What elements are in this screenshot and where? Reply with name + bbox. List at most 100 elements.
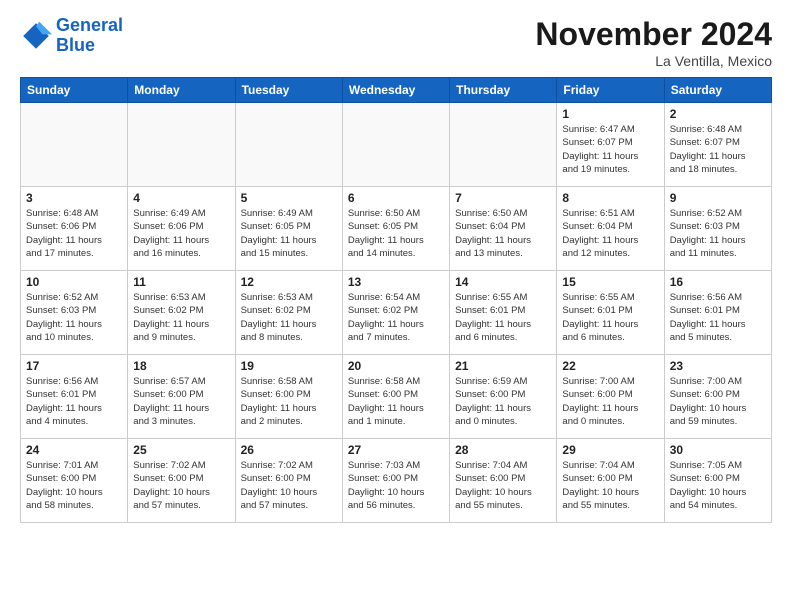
calendar-body: 1 Sunrise: 6:47 AM Sunset: 6:07 PM Daylig… [21,103,772,523]
day-cell-1: 1 Sunrise: 6:47 AM Sunset: 6:07 PM Daylig… [557,103,664,187]
day-number: 5 [241,191,337,205]
day-cell-6: 6 Sunrise: 6:50 AM Sunset: 6:05 PM Daylig… [342,187,449,271]
empty-cell [450,103,557,187]
day-cell-23: 23 Sunrise: 7:00 AM Sunset: 6:00 PM Dayli… [664,355,771,439]
day-number: 11 [133,275,229,289]
day-cell-26: 26 Sunrise: 7:02 AM Sunset: 6:00 PM Dayli… [235,439,342,523]
day-cell-14: 14Sunrise: 6:55 AM Sunset: 6:01 PM Dayli… [450,271,557,355]
weekday-header-friday: Friday [557,78,664,103]
day-number: 12 [241,275,337,289]
week-row-2: 3 Sunrise: 6:48 AM Sunset: 6:06 PM Daylig… [21,187,772,271]
day-number: 21 [455,359,551,373]
title-block: November 2024 La Ventilla, Mexico [535,16,772,69]
day-info: Sunrise: 6:51 AM Sunset: 6:04 PM Dayligh… [562,207,658,260]
day-cell-20: 20Sunrise: 6:58 AM Sunset: 6:00 PM Dayli… [342,355,449,439]
empty-cell [21,103,128,187]
day-cell-16: 16 Sunrise: 6:56 AM Sunset: 6:01 PM Dayli… [664,271,771,355]
day-number: 2 [670,107,766,121]
logo-text: General Blue [56,16,123,56]
day-info: Sunrise: 6:49 AM Sunset: 6:05 PM Dayligh… [241,207,337,260]
day-number: 15 [562,275,658,289]
day-info: Sunrise: 6:57 AM Sunset: 6:00 PM Dayligh… [133,375,229,428]
day-info: Sunrise: 6:58 AM Sunset: 6:00 PM Dayligh… [241,375,337,428]
day-number: 7 [455,191,551,205]
day-number: 23 [670,359,766,373]
day-cell-29: 29Sunrise: 7:04 AM Sunset: 6:00 PM Dayli… [557,439,664,523]
day-info: Sunrise: 7:05 AM Sunset: 6:00 PM Dayligh… [670,459,766,512]
day-number: 22 [562,359,658,373]
day-number: 26 [241,443,337,457]
calendar: SundayMondayTuesdayWednesdayThursdayFrid… [20,77,772,523]
day-info: Sunrise: 7:04 AM Sunset: 6:00 PM Dayligh… [455,459,551,512]
day-info: Sunrise: 6:50 AM Sunset: 6:05 PM Dayligh… [348,207,444,260]
day-number: 8 [562,191,658,205]
day-info: Sunrise: 6:47 AM Sunset: 6:07 PM Dayligh… [562,123,658,176]
day-number: 28 [455,443,551,457]
page: General Blue November 2024 La Ventilla, … [0,0,792,533]
day-info: Sunrise: 6:48 AM Sunset: 6:07 PM Dayligh… [670,123,766,176]
day-info: Sunrise: 7:03 AM Sunset: 6:00 PM Dayligh… [348,459,444,512]
logo-line2: Blue [56,35,95,55]
logo-line1: General [56,15,123,35]
calendar-header: SundayMondayTuesdayWednesdayThursdayFrid… [21,78,772,103]
day-cell-30: 30 Sunrise: 7:05 AM Sunset: 6:00 PM Dayli… [664,439,771,523]
day-number: 25 [133,443,229,457]
day-info: Sunrise: 6:55 AM Sunset: 6:01 PM Dayligh… [562,291,658,344]
day-number: 1 [562,107,658,121]
day-info: Sunrise: 6:56 AM Sunset: 6:01 PM Dayligh… [26,375,122,428]
day-number: 4 [133,191,229,205]
day-info: Sunrise: 6:56 AM Sunset: 6:01 PM Dayligh… [670,291,766,344]
month-title: November 2024 [535,16,772,53]
day-cell-22: 22Sunrise: 7:00 AM Sunset: 6:00 PM Dayli… [557,355,664,439]
day-cell-9: 9Sunrise: 6:52 AM Sunset: 6:03 PM Daylig… [664,187,771,271]
day-number: 3 [26,191,122,205]
day-cell-5: 5 Sunrise: 6:49 AM Sunset: 6:05 PM Daylig… [235,187,342,271]
weekday-header-sunday: Sunday [21,78,128,103]
day-cell-13: 13 Sunrise: 6:54 AM Sunset: 6:02 PM Dayli… [342,271,449,355]
day-number: 20 [348,359,444,373]
day-info: Sunrise: 6:52 AM Sunset: 6:03 PM Dayligh… [26,291,122,344]
empty-cell [342,103,449,187]
day-info: Sunrise: 7:01 AM Sunset: 6:00 PM Dayligh… [26,459,122,512]
day-number: 16 [670,275,766,289]
day-cell-15: 15 Sunrise: 6:55 AM Sunset: 6:01 PM Dayli… [557,271,664,355]
weekday-header-tuesday: Tuesday [235,78,342,103]
day-number: 27 [348,443,444,457]
day-cell-2: 2 Sunrise: 6:48 AM Sunset: 6:07 PM Daylig… [664,103,771,187]
day-cell-25: 25 Sunrise: 7:02 AM Sunset: 6:00 PM Dayli… [128,439,235,523]
day-number: 30 [670,443,766,457]
header: General Blue November 2024 La Ventilla, … [20,16,772,69]
day-info: Sunrise: 7:04 AM Sunset: 6:00 PM Dayligh… [562,459,658,512]
day-info: Sunrise: 6:48 AM Sunset: 6:06 PM Dayligh… [26,207,122,260]
day-number: 17 [26,359,122,373]
day-info: Sunrise: 7:02 AM Sunset: 6:00 PM Dayligh… [241,459,337,512]
day-cell-12: 12 Sunrise: 6:53 AM Sunset: 6:02 PM Dayli… [235,271,342,355]
day-cell-8: 8 Sunrise: 6:51 AM Sunset: 6:04 PM Daylig… [557,187,664,271]
day-number: 6 [348,191,444,205]
day-number: 10 [26,275,122,289]
week-row-4: 17 Sunrise: 6:56 AM Sunset: 6:01 PM Dayli… [21,355,772,439]
day-cell-24: 24Sunrise: 7:01 AM Sunset: 6:00 PM Dayli… [21,439,128,523]
day-info: Sunrise: 6:59 AM Sunset: 6:00 PM Dayligh… [455,375,551,428]
day-cell-4: 4Sunrise: 6:49 AM Sunset: 6:06 PM Daylig… [128,187,235,271]
week-row-1: 1 Sunrise: 6:47 AM Sunset: 6:07 PM Daylig… [21,103,772,187]
day-info: Sunrise: 7:02 AM Sunset: 6:00 PM Dayligh… [133,459,229,512]
day-number: 13 [348,275,444,289]
day-number: 18 [133,359,229,373]
day-info: Sunrise: 7:00 AM Sunset: 6:00 PM Dayligh… [670,375,766,428]
day-info: Sunrise: 6:53 AM Sunset: 6:02 PM Dayligh… [133,291,229,344]
day-cell-7: 7Sunrise: 6:50 AM Sunset: 6:04 PM Daylig… [450,187,557,271]
day-info: Sunrise: 6:54 AM Sunset: 6:02 PM Dayligh… [348,291,444,344]
day-info: Sunrise: 6:53 AM Sunset: 6:02 PM Dayligh… [241,291,337,344]
empty-cell [128,103,235,187]
weekday-header-monday: Monday [128,78,235,103]
weekday-header-saturday: Saturday [664,78,771,103]
day-cell-17: 17 Sunrise: 6:56 AM Sunset: 6:01 PM Dayli… [21,355,128,439]
day-info: Sunrise: 6:55 AM Sunset: 6:01 PM Dayligh… [455,291,551,344]
location: La Ventilla, Mexico [535,53,772,69]
week-row-5: 24Sunrise: 7:01 AM Sunset: 6:00 PM Dayli… [21,439,772,523]
day-number: 19 [241,359,337,373]
day-cell-11: 11 Sunrise: 6:53 AM Sunset: 6:02 PM Dayli… [128,271,235,355]
day-cell-19: 19 Sunrise: 6:58 AM Sunset: 6:00 PM Dayli… [235,355,342,439]
logo-icon [20,20,52,52]
